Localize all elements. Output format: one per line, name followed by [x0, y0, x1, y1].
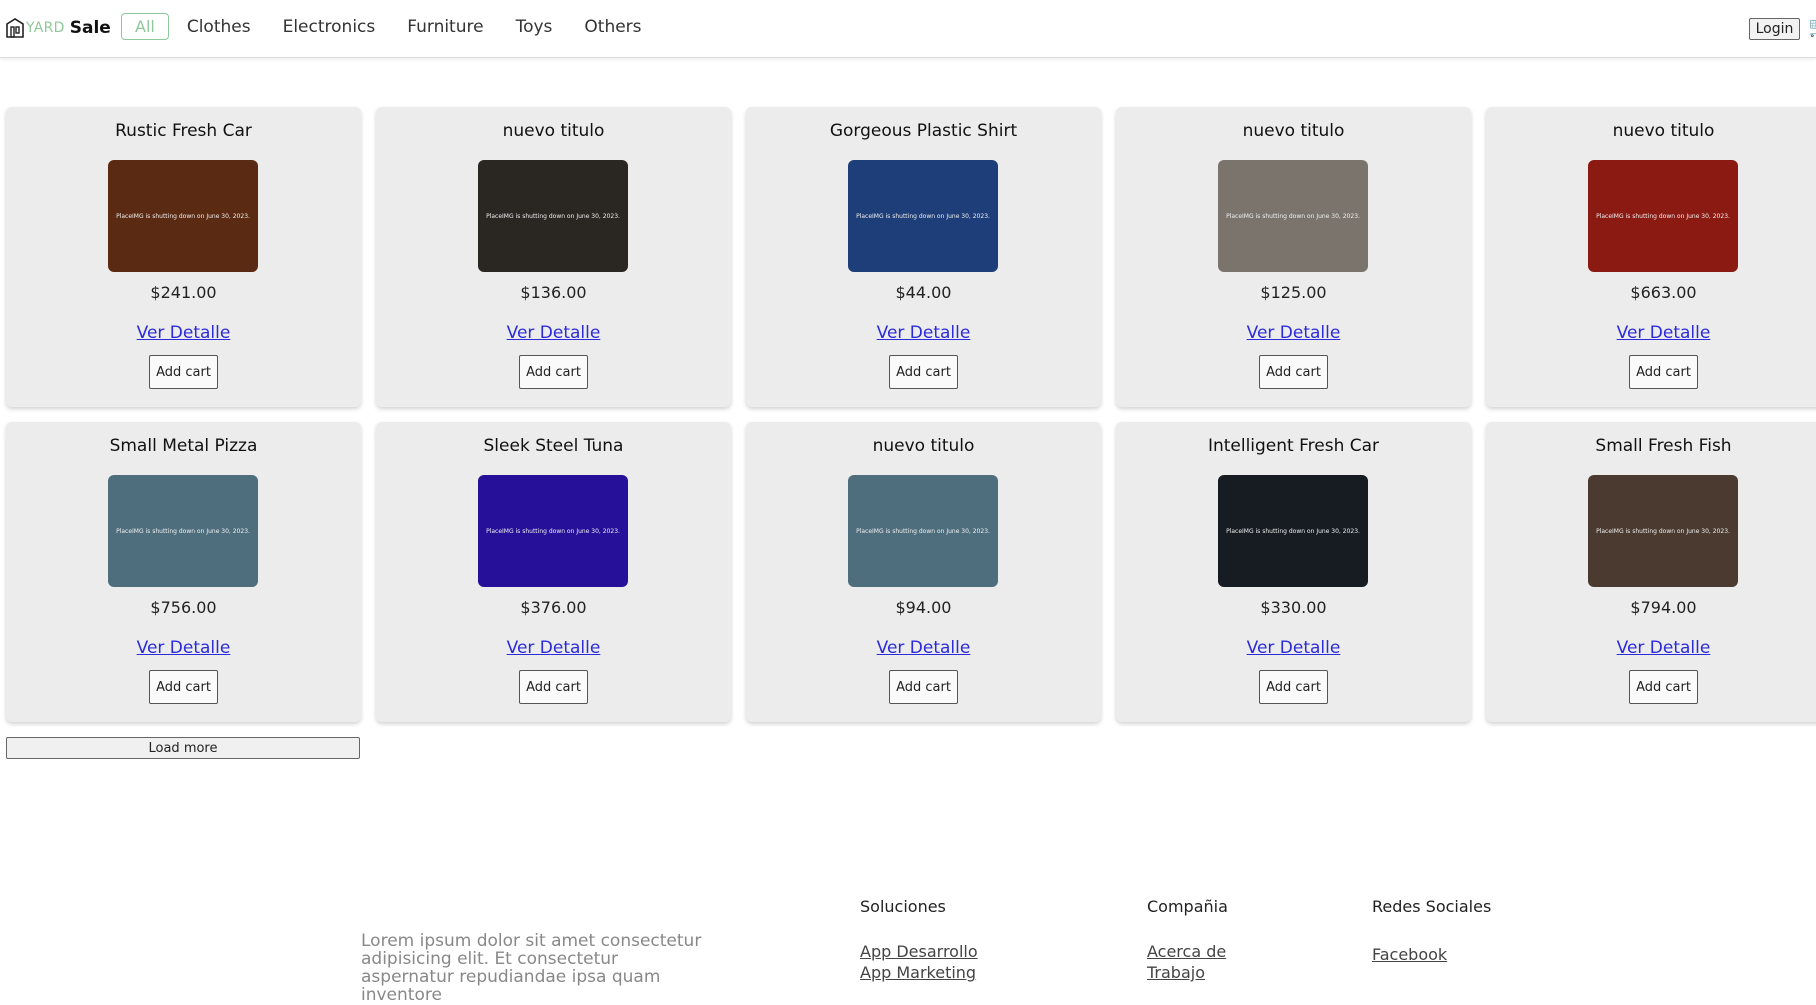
product-title: Sleek Steel Tuna	[483, 436, 624, 456]
product-image-caption: PlaceIMG is shutting down on June 30, 20…	[116, 527, 250, 535]
footer-column-title: Soluciones	[860, 897, 946, 916]
ver-detalle-link[interactable]: Ver Detalle	[376, 323, 731, 343]
footer-column-compania: Compañia Acerca de Trabajo	[1147, 897, 1228, 983]
footer-column-soluciones: Soluciones App Desarrollo App Marketing	[860, 897, 978, 983]
nav-item-toys[interactable]: Toys	[516, 17, 553, 37]
footer-description: Lorem ipsum dolor sit amet consectetur a…	[361, 931, 702, 1005]
footer-column-title: Redes Sociales	[1372, 897, 1492, 916]
footer-column-redes-sociales: Redes Sociales Facebook	[1372, 897, 1491, 965]
product-title: nuevo titulo	[872, 436, 975, 456]
footer-link-facebook[interactable]: Facebook	[1372, 944, 1491, 965]
ver-detalle-link[interactable]: Ver Detalle	[746, 638, 1101, 658]
product-image[interactable]: PlaceIMG is shutting down on June 30, 20…	[1218, 475, 1368, 587]
product-image-caption: PlaceIMG is shutting down on June 30, 20…	[1226, 212, 1360, 220]
product-title: Intelligent Fresh Car	[1207, 436, 1380, 456]
add-cart-button[interactable]: Add cart	[1259, 670, 1328, 704]
product-card: nuevo titulo PlaceIMG is shutting down on…	[1486, 107, 1816, 407]
add-cart-button[interactable]: Add cart	[889, 670, 958, 704]
category-nav: All Clothes Electronics Furniture Toys O…	[121, 13, 674, 40]
add-cart-button[interactable]: Add cart	[519, 355, 588, 389]
product-price: $241.00	[150, 283, 217, 302]
product-card: nuevo titulo PlaceIMG is shutting down on…	[1116, 107, 1471, 407]
logo-yard-text: YARD	[26, 20, 65, 36]
ver-detalle-link[interactable]: Ver Detalle	[1116, 638, 1471, 658]
product-price: $794.00	[1630, 598, 1697, 617]
add-cart-button[interactable]: Add cart	[1259, 355, 1328, 389]
footer-column-title: Compañia	[1147, 897, 1228, 916]
footer-link-app-marketing[interactable]: App Marketing	[860, 962, 978, 983]
product-image[interactable]: PlaceIMG is shutting down on June 30, 20…	[478, 475, 628, 587]
add-cart-button[interactable]: Add cart	[1629, 670, 1698, 704]
product-title: Gorgeous Plastic Shirt	[829, 121, 1018, 141]
footer-link-acerca-de-trabajo[interactable]: Acerca de Trabajo	[1147, 941, 1227, 983]
product-image-caption: PlaceIMG is shutting down on June 30, 20…	[856, 527, 990, 535]
product-title: nuevo titulo	[1612, 121, 1715, 141]
product-image[interactable]: PlaceIMG is shutting down on June 30, 20…	[108, 475, 258, 587]
product-price: $125.00	[1260, 283, 1327, 302]
product-title: Small Fresh Fish	[1595, 436, 1732, 456]
product-image[interactable]: PlaceIMG is shutting down on June 30, 20…	[1588, 475, 1738, 587]
add-cart-button[interactable]: Add cart	[889, 355, 958, 389]
product-image-caption: PlaceIMG is shutting down on June 30, 20…	[116, 212, 250, 220]
product-price: $756.00	[150, 598, 217, 617]
product-image-caption: PlaceIMG is shutting down on June 30, 20…	[856, 212, 990, 220]
product-title: Small Metal Pizza	[109, 436, 258, 456]
ver-detalle-link[interactable]: Ver Detalle	[1116, 323, 1471, 343]
shop-icon	[6, 18, 24, 38]
product-image[interactable]: PlaceIMG is shutting down on June 30, 20…	[1588, 160, 1738, 272]
add-cart-button[interactable]: Add cart	[1629, 355, 1698, 389]
ver-detalle-link[interactable]: Ver Detalle	[1486, 323, 1816, 343]
product-image-caption: PlaceIMG is shutting down on June 30, 20…	[1596, 212, 1730, 220]
ver-detalle-link[interactable]: Ver Detalle	[6, 323, 361, 343]
product-grid: Rustic Fresh Car PlaceIMG is shutting dow…	[6, 107, 1816, 722]
product-card: nuevo titulo PlaceIMG is shutting down on…	[376, 107, 731, 407]
product-card: Sleek Steel Tuna PlaceIMG is shutting dow…	[376, 422, 731, 722]
add-cart-button[interactable]: Add cart	[519, 670, 588, 704]
product-price: $94.00	[895, 598, 952, 617]
ver-detalle-link[interactable]: Ver Detalle	[746, 323, 1101, 343]
footer-link-app-desarrollo[interactable]: App Desarrollo	[860, 941, 978, 962]
nav-item-electronics[interactable]: Electronics	[283, 17, 376, 37]
product-image[interactable]: PlaceIMG is shutting down on June 30, 20…	[478, 160, 628, 272]
nav-item-all[interactable]: All	[121, 13, 169, 40]
product-card: Rustic Fresh Car PlaceIMG is shutting dow…	[6, 107, 361, 407]
product-image-caption: PlaceIMG is shutting down on June 30, 20…	[486, 212, 620, 220]
login-button[interactable]: Login	[1749, 18, 1800, 40]
product-image[interactable]: PlaceIMG is shutting down on June 30, 20…	[848, 160, 998, 272]
nav-item-clothes[interactable]: Clothes	[187, 17, 251, 37]
product-card: Gorgeous Plastic Shirt PlaceIMG is shutti…	[746, 107, 1101, 407]
nav-item-furniture[interactable]: Furniture	[407, 17, 483, 37]
product-card: Small Fresh Fish PlaceIMG is shutting dow…	[1486, 422, 1816, 722]
top-navbar: YARD Sale All Clothes Electronics Furnit…	[0, 0, 1816, 58]
load-more-button[interactable]: Load more	[6, 737, 360, 759]
product-price: $136.00	[520, 283, 587, 302]
product-card: Small Metal Pizza PlaceIMG is shutting do…	[6, 422, 361, 722]
nav-item-others[interactable]: Others	[584, 17, 641, 37]
ver-detalle-link[interactable]: Ver Detalle	[1486, 638, 1816, 658]
product-price: $44.00	[895, 283, 952, 302]
product-title: nuevo titulo	[502, 121, 605, 141]
product-price: $330.00	[1260, 598, 1327, 617]
product-image[interactable]: PlaceIMG is shutting down on June 30, 20…	[108, 160, 258, 272]
product-card: nuevo titulo PlaceIMG is shutting down on…	[746, 422, 1101, 722]
shopping-cart-icon[interactable]: 🛒	[1808, 14, 1816, 38]
add-cart-button[interactable]: Add cart	[149, 355, 218, 389]
product-image-caption: PlaceIMG is shutting down on June 30, 20…	[1226, 527, 1360, 535]
product-image-caption: PlaceIMG is shutting down on June 30, 20…	[1596, 527, 1730, 535]
logo-sale-text: Sale	[69, 18, 111, 38]
product-image[interactable]: PlaceIMG is shutting down on June 30, 20…	[1218, 160, 1368, 272]
product-card: Intelligent Fresh Car PlaceIMG is shuttin…	[1116, 422, 1471, 722]
product-image[interactable]: PlaceIMG is shutting down on June 30, 20…	[848, 475, 998, 587]
ver-detalle-link[interactable]: Ver Detalle	[376, 638, 731, 658]
ver-detalle-link[interactable]: Ver Detalle	[6, 638, 361, 658]
product-price: $663.00	[1630, 283, 1697, 302]
product-title: nuevo titulo	[1242, 121, 1345, 141]
add-cart-button[interactable]: Add cart	[149, 670, 218, 704]
product-title: Rustic Fresh Car	[115, 121, 252, 141]
product-image-caption: PlaceIMG is shutting down on June 30, 20…	[486, 527, 620, 535]
product-price: $376.00	[520, 598, 587, 617]
yard-sale-logo[interactable]: YARD Sale	[6, 16, 111, 40]
